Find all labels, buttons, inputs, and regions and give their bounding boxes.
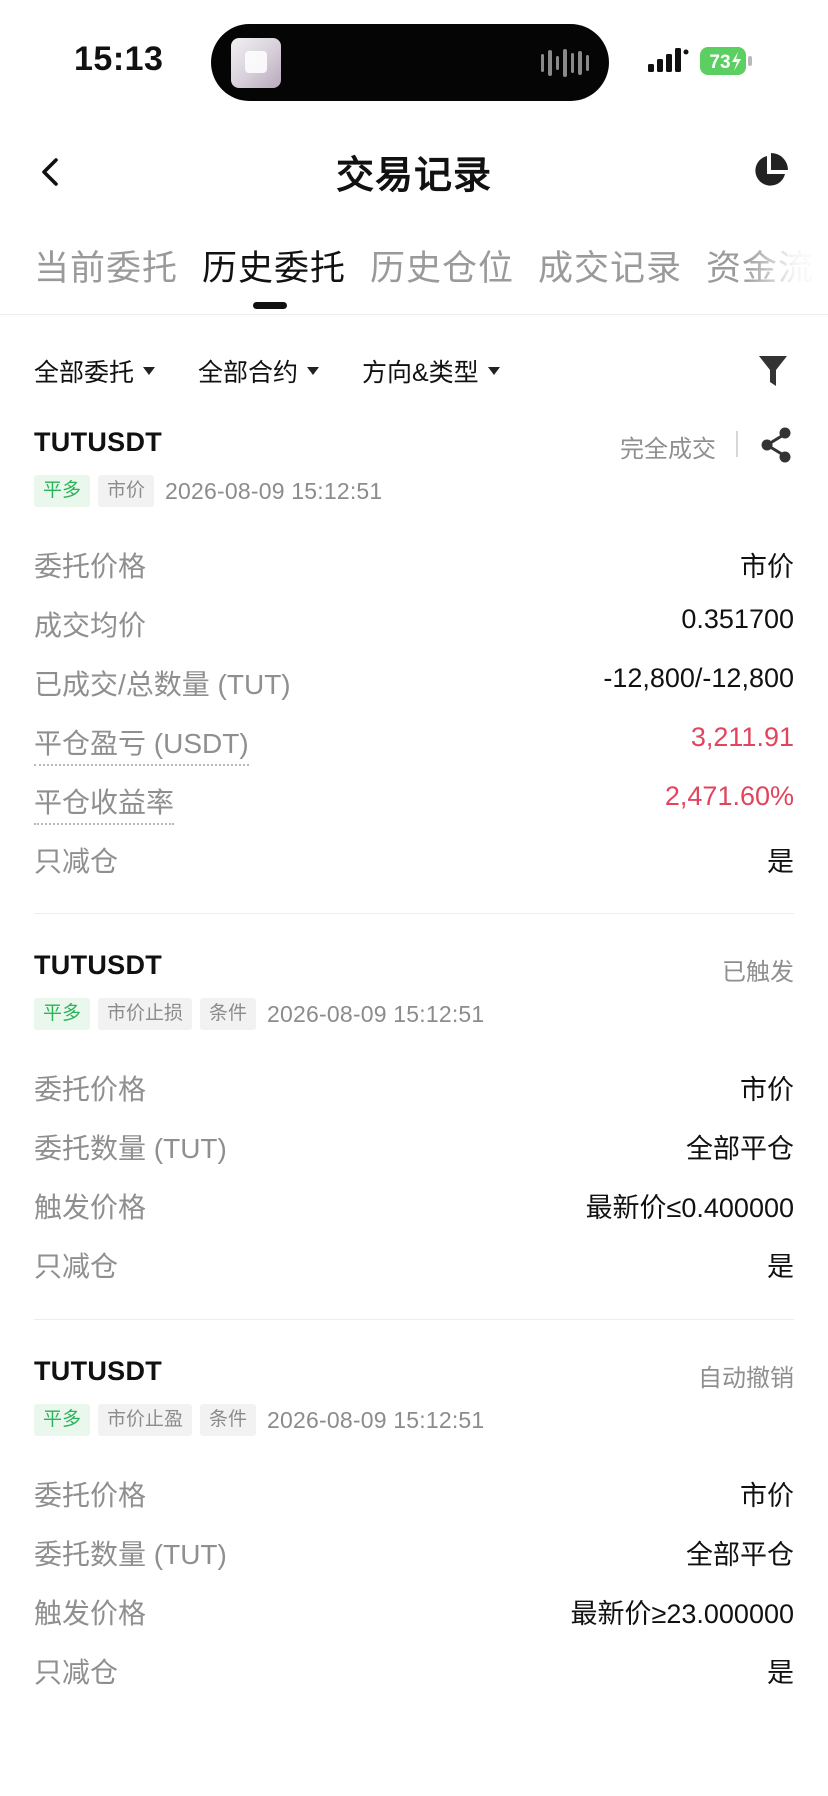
condition-tag: 条件 [200, 998, 257, 1030]
row-label: 委托价格 [34, 551, 147, 582]
detail-row: 触发价格 最新价≤0.400000 [34, 1186, 794, 1226]
card-divider [34, 1319, 794, 1320]
order-card[interactable]: TUTUSDT 完全成交 平多 市价 2026-08-09 15:12:51 委… [34, 427, 794, 877]
tab-trade-history[interactable]: 成交记录 [538, 240, 682, 291]
tab-position-history[interactable]: 历史仓位 [370, 240, 514, 291]
detail-row: 委托价格 市价 [34, 545, 794, 585]
order-type-tag: 市价止损 [98, 998, 193, 1030]
row-value: 0.351700 [681, 604, 794, 634]
audio-wave-icon [541, 48, 589, 78]
now-playing-artwork [231, 38, 281, 88]
row-value: 全部平仓 [686, 1134, 794, 1164]
share-icon[interactable] [758, 425, 794, 465]
side-tag: 平多 [34, 475, 91, 507]
order-card[interactable]: TUTUSDT 已触发 平多 市价止损 条件 2026-08-09 15:12:… [34, 950, 794, 1282]
order-tags: 平多 市价止盈 条件 2026-08-09 15:12:51 [34, 1404, 484, 1436]
filter-direction-type[interactable]: 方向&类型 [362, 353, 500, 389]
caret-down-icon [487, 367, 500, 375]
card-divider [34, 913, 794, 914]
side-tag: 平多 [34, 998, 91, 1030]
order-status: 自动撤销 [698, 1365, 794, 1392]
row-label: 委托数量 (TUT) [34, 1133, 227, 1164]
detail-row: 已成交/总数量 (TUT) -12,800/-12,800 [34, 663, 794, 703]
pie-chart-icon[interactable] [750, 151, 790, 191]
order-symbol: TUTUSDT [34, 1356, 163, 1386]
order-timestamp: 2026-08-09 15:12:51 [267, 1000, 485, 1027]
row-label: 委托价格 [34, 1074, 147, 1105]
row-label: 成交均价 [34, 610, 147, 641]
detail-row: 只减仓 是 [34, 1245, 794, 1285]
pnl-label-tooltip[interactable]: 平仓盈亏 (USDT) [34, 722, 249, 766]
row-value: 全部平仓 [686, 1540, 794, 1570]
trade-records-screen: 15:13 73 交易记录 当前委托 历史委托 历史仓位 成交记录 全部委托 全… [0, 0, 828, 1796]
roi-value: 2,471.60% [664, 781, 794, 811]
order-timestamp: 2026-08-09 15:12:51 [267, 1406, 485, 1433]
detail-row: 触发价格 最新价≥23.000000 [34, 1592, 794, 1632]
tab-overflow-fade [744, 240, 828, 300]
row-label: 已成交/总数量 (TUT) [34, 669, 291, 700]
order-tags: 平多 市价止损 条件 2026-08-09 15:12:51 [34, 998, 484, 1030]
order-timestamp: 2026-08-09 15:12:51 [165, 477, 383, 504]
filter-contract[interactable]: 全部合约 [198, 353, 320, 389]
row-label: 只减仓 [34, 1657, 119, 1688]
order-symbol: TUTUSDT [34, 427, 163, 457]
filter-funnel-icon[interactable] [757, 353, 789, 389]
row-label: 委托价格 [34, 1480, 147, 1511]
order-status: 已触发 [722, 959, 794, 986]
order-status: 完全成交 [620, 436, 716, 463]
active-tab-indicator [253, 302, 287, 309]
detail-row: 平仓收益率 2,471.60% [34, 781, 794, 825]
order-symbol: TUTUSDT [34, 950, 163, 980]
row-value: 是 [767, 847, 794, 877]
status-separator [736, 431, 738, 457]
battery-icon: 73 [700, 47, 752, 75]
status-time: 15:13 [74, 40, 164, 78]
realized-pnl-value: 3,211.91 [690, 722, 794, 752]
tab-current-orders[interactable]: 当前委托 [34, 240, 178, 291]
detail-row: 成交均价 0.351700 [34, 604, 794, 644]
filter-order-type[interactable]: 全部委托 [34, 353, 156, 389]
row-value: 是 [767, 1252, 794, 1282]
row-value: 市价 [740, 552, 794, 582]
order-type-tag: 市价止盈 [98, 1404, 193, 1436]
detail-row: 委托数量 (TUT) 全部平仓 [34, 1127, 794, 1167]
filter-order-type-label: 全部委托 [34, 359, 135, 387]
row-label: 触发价格 [34, 1598, 147, 1629]
dynamic-island[interactable] [211, 24, 609, 101]
row-label: 委托数量 (TUT) [34, 1539, 227, 1570]
battery-level: 73 [709, 52, 730, 73]
row-value: 最新价≥23.000000 [570, 1599, 794, 1629]
detail-row: 只减仓 是 [34, 840, 794, 880]
detail-row: 只减仓 是 [34, 1651, 794, 1691]
detail-row: 委托价格 市价 [34, 1474, 794, 1514]
condition-tag: 条件 [200, 1404, 257, 1436]
filter-direction-type-label: 方向&类型 [362, 359, 479, 387]
caret-down-icon [143, 367, 156, 375]
status-bar: 15:13 73 [0, 0, 828, 110]
row-value: 市价 [740, 1075, 794, 1105]
row-value: -12,800/-12,800 [603, 663, 794, 693]
order-type-tag: 市价 [98, 475, 155, 507]
row-label: 只减仓 [34, 846, 119, 877]
order-card[interactable]: TUTUSDT 自动撤销 平多 市价止盈 条件 2026-08-09 15:12… [34, 1356, 794, 1688]
caret-down-icon [307, 367, 320, 375]
detail-row: 委托数量 (TUT) 全部平仓 [34, 1533, 794, 1573]
row-label: 只减仓 [34, 1251, 119, 1282]
page-title: 交易记录 [335, 155, 492, 197]
tab-bar: 当前委托 历史委托 历史仓位 成交记录 资金流 [0, 240, 828, 314]
side-tag: 平多 [34, 1404, 91, 1436]
tabs-divider [0, 314, 828, 315]
order-tags: 平多 市价 2026-08-09 15:12:51 [34, 475, 382, 507]
tab-order-history[interactable]: 历史委托 [202, 240, 346, 291]
detail-row: 委托价格 市价 [34, 1068, 794, 1108]
cellular-signal-icon [648, 48, 689, 72]
row-value: 最新价≤0.400000 [585, 1193, 794, 1223]
row-value: 市价 [740, 1481, 794, 1511]
row-value: 是 [767, 1658, 794, 1688]
roi-label-tooltip[interactable]: 平仓收益率 [34, 781, 175, 825]
detail-row: 平仓盈亏 (USDT) 3,211.91 [34, 722, 794, 766]
filter-contract-label: 全部合约 [198, 359, 299, 387]
row-label: 触发价格 [34, 1192, 147, 1223]
